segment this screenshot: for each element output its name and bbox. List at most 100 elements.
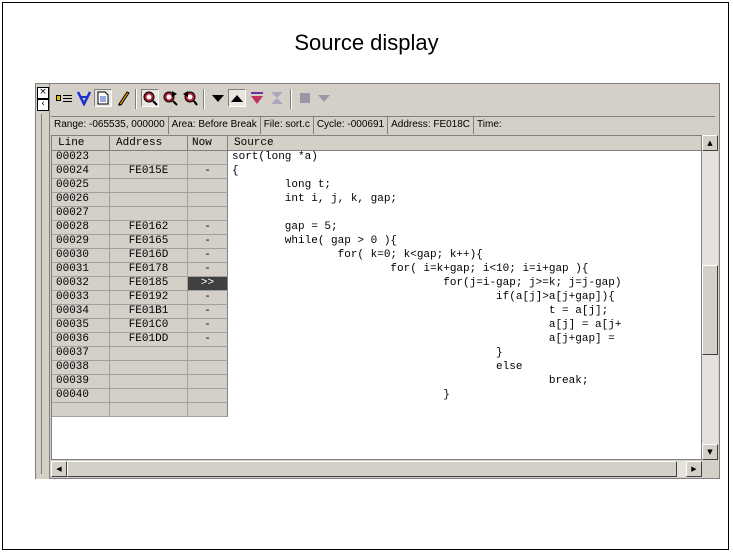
- slide-title: Source display: [294, 30, 439, 55]
- filter-icon[interactable]: [75, 89, 93, 107]
- grip-line: [41, 114, 42, 474]
- address-cell: FE01DD: [110, 333, 188, 347]
- search-icon[interactable]: [141, 89, 159, 107]
- source-code-cell: {: [228, 165, 701, 179]
- cycle-info: Cycle: -000691: [314, 117, 389, 134]
- line-number-cell: 00032: [52, 277, 110, 291]
- document-icon[interactable]: [94, 89, 112, 107]
- table-row[interactable]: 00035 FE01C0- a[j] = a[j+: [52, 319, 701, 333]
- vertical-scrollbar[interactable]: ▲ ▼: [702, 135, 718, 460]
- source-code-cell: gap = 5;: [228, 221, 701, 235]
- now-marker-cell: -: [188, 319, 228, 333]
- source-code-cell: [228, 207, 701, 221]
- table-row[interactable]: 00031 FE0178- for( i=k+gap; i<10; i=i+gap…: [52, 263, 701, 277]
- table-row[interactable]: 00036 FE01DD - a[j+gap] =: [52, 333, 701, 347]
- source-code-cell: while( gap > 0 ){: [228, 235, 701, 249]
- table-row[interactable]: 00027: [52, 207, 701, 221]
- source-code-cell: for(j=i-gap; j>=k; j=j-gap): [228, 277, 701, 291]
- table-header: Line Address Now Source: [52, 136, 701, 151]
- table-row[interactable]: 00033 FE0192- if(a[j]>a[j+gap]){: [52, 291, 701, 305]
- line-number-cell: 00026: [52, 193, 110, 207]
- source-code-cell: if(a[j]>a[j+gap]){: [228, 291, 701, 305]
- address-cell: FE01B1: [110, 305, 188, 319]
- now-marker-cell: -: [188, 249, 228, 263]
- table-row[interactable]: 00024 FE015E -{: [52, 165, 701, 179]
- source-window: × ‹ Range: -065535, 000000 Area: Before …: [35, 83, 720, 479]
- line-number-cell: 00037: [52, 347, 110, 361]
- now-marker-cell: -: [188, 305, 228, 319]
- horizontal-scrollbar[interactable]: ◀ ▶: [51, 461, 702, 477]
- now-marker-cell: [188, 389, 228, 403]
- scroll-up-icon[interactable]: ▲: [702, 135, 718, 151]
- jump-end-icon[interactable]: [268, 89, 286, 107]
- vertical-scroll-thumb[interactable]: [702, 265, 718, 355]
- now-marker-cell: -: [188, 333, 228, 347]
- source-code-cell: a[j] = a[j+: [228, 319, 701, 333]
- now-marker-cell: -: [188, 235, 228, 249]
- address-cell: FE0192: [110, 291, 188, 305]
- table-row[interactable]: 00034 FE01B1- t = a[j];: [52, 305, 701, 319]
- address-cell: [110, 389, 188, 403]
- file-info: File: sort.c: [261, 117, 314, 134]
- line-number-cell: 00040: [52, 389, 110, 403]
- table-row[interactable]: [52, 403, 701, 417]
- toolbar-separator: [203, 89, 205, 109]
- address-cell: [110, 403, 188, 417]
- table-row[interactable]: 00037 }: [52, 347, 701, 361]
- address-cell: FE01C0: [110, 319, 188, 333]
- pin-icon[interactable]: ‹: [37, 99, 49, 111]
- table-row[interactable]: 00026 int i, j, k, gap;: [52, 193, 701, 207]
- now-marker-cell: [188, 151, 228, 165]
- source-code-cell: for( k=0; k<gap; k++){: [228, 249, 701, 263]
- source-code-cell: for( i=k+gap; i<10; i=i+gap ){: [228, 263, 701, 277]
- line-number-cell: 00024: [52, 165, 110, 179]
- column-header-address[interactable]: Address: [110, 136, 188, 151]
- table-row[interactable]: 00038 else: [52, 361, 701, 375]
- table-row[interactable]: 00025 long t;: [52, 179, 701, 193]
- now-marker-cell: [188, 207, 228, 221]
- arrow-up-icon[interactable]: [228, 89, 246, 107]
- now-marker-cell: [188, 193, 228, 207]
- table-row[interactable]: 00040 }: [52, 389, 701, 403]
- table-row[interactable]: 00028 FE0162- gap = 5;: [52, 221, 701, 235]
- stop-square-icon[interactable]: [296, 89, 314, 107]
- address-cell: [110, 151, 188, 165]
- info-bar: Range: -065535, 000000 Area: Before Brea…: [51, 116, 715, 134]
- scroll-left-icon[interactable]: ◀: [51, 461, 67, 477]
- now-marker-cell: -: [188, 291, 228, 305]
- column-header-source[interactable]: Source: [228, 136, 701, 151]
- horizontal-scroll-thumb[interactable]: [67, 461, 677, 477]
- toolbar: [51, 86, 719, 112]
- scroll-down-icon[interactable]: ▼: [702, 444, 718, 460]
- table-row[interactable]: 00030 FE016D - for( k=0; k<gap; k++){: [52, 249, 701, 263]
- scroll-right-icon[interactable]: ▶: [686, 461, 702, 477]
- source-grid[interactable]: Line Address Now Source 00023 sort(long *…: [51, 135, 702, 460]
- search-back-icon[interactable]: [181, 89, 199, 107]
- line-number-cell: 00034: [52, 305, 110, 319]
- arrow-down-icon[interactable]: [209, 89, 227, 107]
- column-header-now[interactable]: Now: [188, 136, 228, 151]
- source-code-cell: a[j+gap] =: [228, 333, 701, 347]
- breakpoint-list-icon[interactable]: [55, 89, 73, 107]
- address-cell: FE0162: [110, 221, 188, 235]
- source-code-cell: int i, j, k, gap;: [228, 193, 701, 207]
- table-row[interactable]: 00032 FE0185 >> for(j=i-gap; j>=k; j=j-gap…: [52, 277, 701, 291]
- line-number-cell: 00035: [52, 319, 110, 333]
- now-marker-cell: >>: [188, 277, 228, 291]
- source-code-cell: sort(long *a): [228, 151, 701, 165]
- now-marker-cell: -: [188, 221, 228, 235]
- search-forward-icon[interactable]: [161, 89, 179, 107]
- address-cell: FE0178: [110, 263, 188, 277]
- dropdown-icon[interactable]: [315, 89, 333, 107]
- line-number-cell: 00028: [52, 221, 110, 235]
- table-row[interactable]: 00023 sort(long *a): [52, 151, 701, 165]
- column-header-line[interactable]: Line: [52, 136, 110, 151]
- table-row[interactable]: 00039 break;: [52, 375, 701, 389]
- edit-pencil-icon[interactable]: [114, 89, 132, 107]
- address-cell: FE0165: [110, 235, 188, 249]
- jump-down-icon[interactable]: [248, 89, 266, 107]
- close-icon[interactable]: ×: [37, 87, 49, 99]
- line-number-cell: 00027: [52, 207, 110, 221]
- line-number-cell: [52, 403, 110, 417]
- table-row[interactable]: 00029 FE0165- while( gap > 0 ){: [52, 235, 701, 249]
